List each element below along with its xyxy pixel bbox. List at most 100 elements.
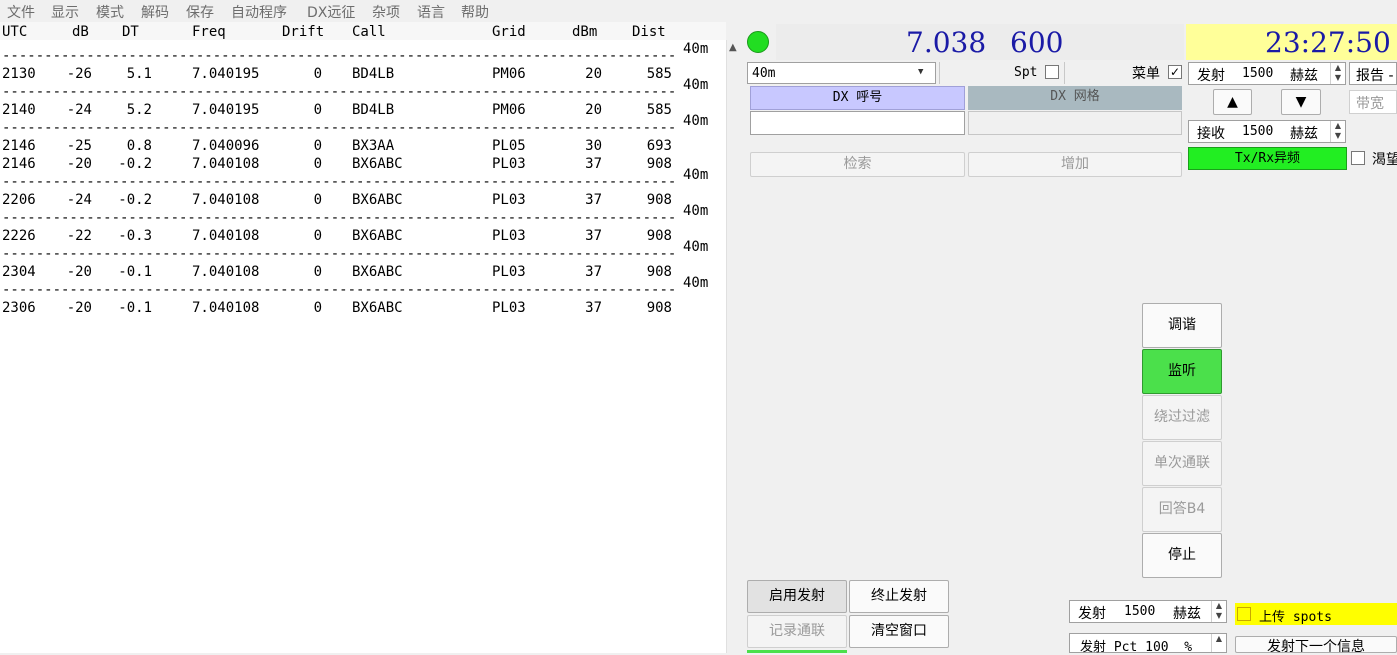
- dx-grid-input[interactable]: [968, 111, 1182, 135]
- audio-offset: 600: [1010, 26, 1064, 59]
- spin-arrows-icon[interactable]: ▲: [1211, 634, 1226, 652]
- menu-item[interactable]: 自动程序: [231, 2, 287, 22]
- wish-checkbox[interactable]: [1351, 151, 1365, 165]
- table-row[interactable]: 2206 -24 -0.2 7.040108 0 BX6ABC PL03 37 908: [0, 192, 680, 210]
- halt-tx-button[interactable]: 终止发射: [849, 580, 949, 613]
- clear-window-button[interactable]: 清空窗口: [849, 615, 949, 648]
- tx-freq-spinbox[interactable]: 发射 1500 赫兹 ▲ ▼: [1188, 62, 1346, 85]
- band-label: 40m: [683, 41, 709, 57]
- upload-spots-group: 上传 spots: [1235, 603, 1397, 625]
- cell-freq: 7.040108: [192, 228, 260, 244]
- menu-item[interactable]: 语言: [417, 2, 445, 22]
- menu-item[interactable]: 文件: [7, 2, 35, 22]
- menu-item[interactable]: 解码: [141, 2, 169, 22]
- cell-utc: 2140: [2, 102, 36, 118]
- table-row[interactable]: 2130 -26 5.1 7.040195 0 BD4LB PM06 20 585: [0, 66, 680, 84]
- bandwidth-spinbox[interactable]: 带宽: [1349, 90, 1397, 114]
- cell-call: BX3AA: [352, 138, 395, 154]
- band-separator: ----------------------------------------…: [2, 120, 678, 136]
- cell-freq: 7.040108: [192, 300, 260, 316]
- table-row[interactable]: 2226 -22 -0.3 7.040108 0 BX6ABC PL03 37 908: [0, 228, 680, 246]
- table-row[interactable]: 2140 -24 5.2 7.040195 0 BD4LB PM06 20 585: [0, 102, 680, 120]
- dx-call-input[interactable]: [750, 111, 965, 135]
- spin-arrows-icon[interactable]: ▲ ▼: [1211, 601, 1226, 622]
- cell-drift: 0: [313, 156, 322, 172]
- single-qso-label: 单次通联: [1154, 455, 1210, 471]
- cell-dbm: 37: [585, 228, 602, 244]
- col-db: dB: [72, 24, 89, 40]
- arrow-up-button[interactable]: ▲: [1213, 89, 1252, 115]
- tx-hz-label: 赫兹: [1290, 68, 1318, 84]
- reply-b4-button[interactable]: 回答B4: [1142, 487, 1222, 532]
- single-qso-button[interactable]: 单次通联: [1142, 441, 1222, 486]
- band-separator: ----------------------------------------…: [2, 282, 678, 298]
- txrx-split-indicator[interactable]: Tx/Rx异频: [1188, 147, 1347, 170]
- enable-tx-button[interactable]: 启用发射: [747, 580, 847, 613]
- spt-checkbox[interactable]: [1045, 65, 1059, 79]
- band-label: 40m: [683, 113, 709, 129]
- cell-db: -24: [66, 192, 92, 208]
- stop-label: 停止: [1168, 547, 1196, 563]
- tune-button[interactable]: 调谐: [1142, 303, 1222, 348]
- band-separator: ----------------------------------------…: [2, 174, 678, 190]
- menu-item[interactable]: 杂项: [372, 2, 400, 22]
- decode-scrollbar[interactable]: ▲: [726, 40, 742, 653]
- menu-item[interactable]: 模式: [96, 2, 124, 22]
- menu-checkbox[interactable]: ✓: [1168, 65, 1182, 79]
- tx-next-label: 发射下一个信息: [1267, 639, 1365, 653]
- log-qso-button[interactable]: 记录通联: [747, 615, 847, 648]
- cell-drift: 0: [313, 66, 322, 82]
- table-row[interactable]: 2146 -20 -0.2 7.040108 0 BX6ABC PL03 37 908: [0, 156, 680, 174]
- spin-arrows-icon[interactable]: ▲ ▼: [1330, 63, 1345, 84]
- search-button-label: 检索: [843, 156, 872, 172]
- bottom-tx-spinbox[interactable]: 发射 1500 赫兹 ▲ ▼: [1069, 600, 1227, 623]
- menu-item[interactable]: 显示: [51, 2, 79, 22]
- cell-utc: 2306: [2, 300, 36, 316]
- bottom-tx-label: 发射: [1078, 606, 1106, 622]
- arrow-down-button[interactable]: ▼: [1281, 89, 1321, 115]
- cell-dist: 908: [646, 192, 672, 208]
- cell-freq: 7.040195: [192, 66, 260, 82]
- menu-item[interactable]: DX远征: [307, 2, 355, 22]
- table-row[interactable]: 2306 -20 -0.1 7.040108 0 BX6ABC PL03 37 908: [0, 300, 680, 318]
- rx-hz-label: 赫兹: [1290, 126, 1318, 142]
- monitor-button[interactable]: 监听: [1142, 349, 1222, 394]
- table-row[interactable]: 2146 -25 0.8 7.040096 0 BX3AA PL05 30 693: [0, 138, 680, 156]
- cell-utc: 2146: [2, 156, 36, 172]
- rx-freq-spinbox[interactable]: 接收 1500 赫兹 ▲ ▼: [1188, 120, 1346, 143]
- rx-freq-value: 1500: [1242, 124, 1274, 139]
- band-label: 40m: [683, 167, 709, 183]
- cell-dt: -0.1: [118, 264, 152, 280]
- log-qso-label: 记录通联: [769, 623, 825, 639]
- scroll-up-icon[interactable]: ▲: [729, 42, 737, 53]
- search-button[interactable]: 检索: [750, 152, 965, 177]
- decode-pane: UTC dB DT Freq Drift Call Grid dBm Dist …: [0, 22, 726, 653]
- cell-grid: PM06: [492, 102, 526, 118]
- decode-header: UTC dB DT Freq Drift Call Grid dBm Dist: [0, 22, 726, 40]
- cell-drift: 0: [313, 192, 322, 208]
- menu-item[interactable]: 帮助: [461, 2, 489, 22]
- cell-db: -25: [66, 138, 92, 154]
- tx-next-button[interactable]: 发射下一个信息: [1235, 636, 1397, 653]
- txrx-split-label: Tx/Rx异频: [1234, 151, 1301, 166]
- cell-dt: 0.8: [126, 138, 152, 154]
- menu-item[interactable]: 保存: [186, 2, 214, 22]
- report-spinbox[interactable]: 报告 -: [1349, 62, 1397, 85]
- bypass-filter-button[interactable]: 绕过过滤: [1142, 395, 1222, 440]
- stop-button[interactable]: 停止: [1142, 533, 1222, 578]
- tx-freq-value: 1500: [1242, 66, 1274, 81]
- band-select[interactable]: 40m ▼: [747, 62, 936, 84]
- cell-call: BX6ABC: [352, 192, 403, 208]
- cell-dist: 908: [646, 156, 672, 172]
- add-button[interactable]: 增加: [968, 152, 1182, 177]
- spin-arrows-icon[interactable]: ▲ ▼: [1330, 121, 1345, 142]
- band-separator: ----------------------------------------…: [2, 210, 678, 226]
- col-grid: Grid: [492, 24, 526, 40]
- cell-utc: 2130: [2, 66, 36, 82]
- tx-pct-spinbox[interactable]: 发射 Pct 100 % ▲: [1069, 633, 1227, 655]
- cell-dbm: 30: [585, 138, 602, 154]
- upload-spots-checkbox[interactable]: [1237, 607, 1251, 621]
- bottom-tx-hz: 赫兹: [1173, 606, 1201, 622]
- cell-db: -26: [66, 66, 92, 82]
- table-row[interactable]: 2304 -20 -0.1 7.040108 0 BX6ABC PL03 37 908: [0, 264, 680, 282]
